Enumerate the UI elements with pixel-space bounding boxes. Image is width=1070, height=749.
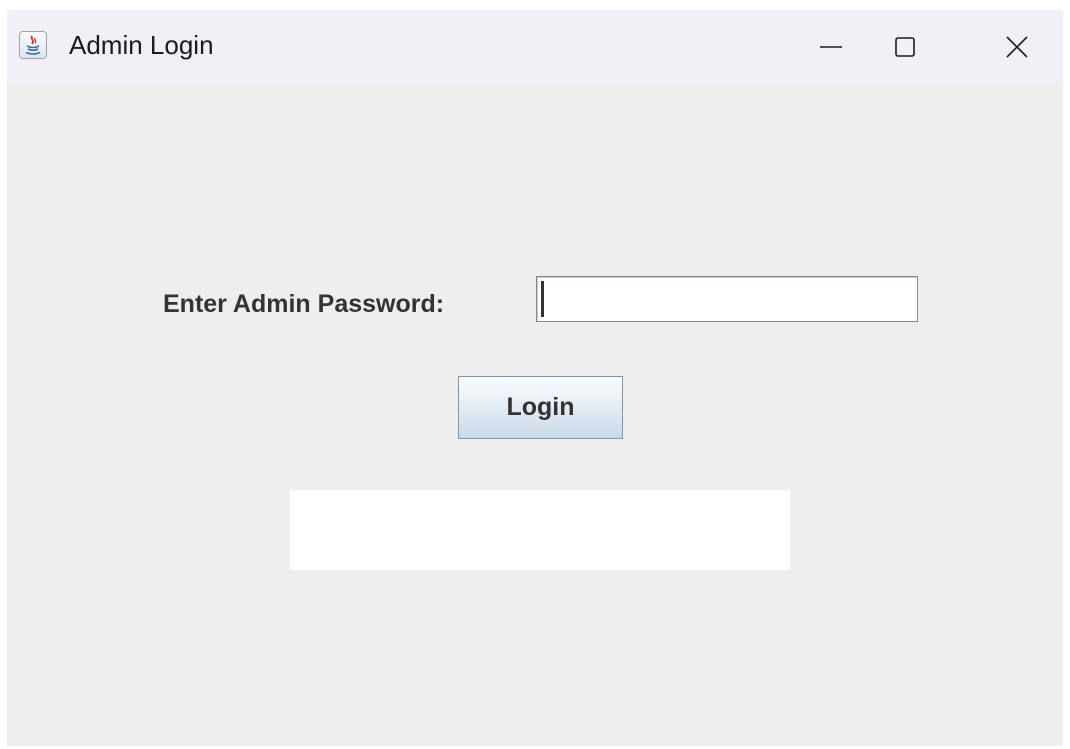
password-label: Enter Admin Password: bbox=[163, 290, 445, 318]
password-input[interactable] bbox=[536, 276, 918, 322]
minimize-icon bbox=[820, 46, 842, 48]
maximize-button[interactable] bbox=[859, 10, 951, 85]
title-bar[interactable]: Admin Login bbox=[7, 10, 1063, 85]
text-caret bbox=[541, 281, 544, 317]
close-icon bbox=[1006, 36, 1028, 58]
admin-login-window: Admin Login Enter Admin Password: Login bbox=[7, 10, 1063, 746]
login-button[interactable]: Login bbox=[458, 376, 623, 439]
close-button[interactable] bbox=[971, 10, 1063, 85]
java-app-icon bbox=[19, 31, 47, 59]
window-title: Admin Login bbox=[69, 30, 214, 60]
maximize-icon bbox=[895, 37, 915, 57]
message-area bbox=[290, 490, 790, 570]
